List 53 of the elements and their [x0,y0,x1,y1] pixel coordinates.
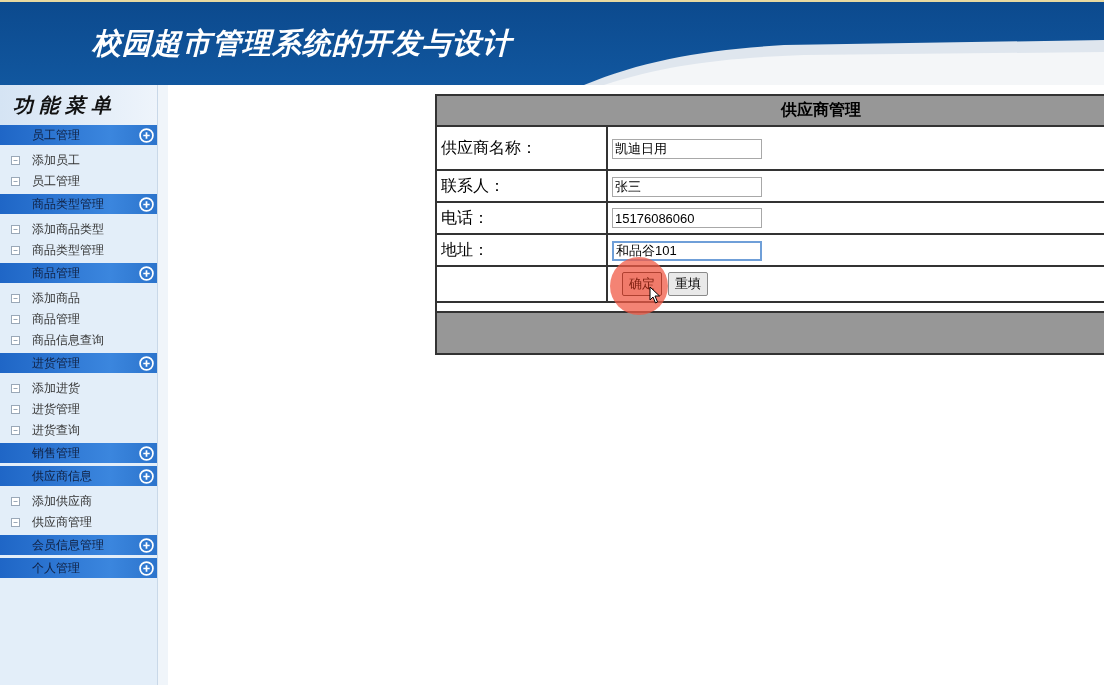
bullet-icon [11,384,20,393]
menu-group-header[interactable]: 销售管理 [0,443,157,463]
field-label: 地址： [436,234,607,266]
bullet-icon [11,294,20,303]
menu-item[interactable]: 添加商品 [32,290,80,307]
form-title: 供应商管理 [436,95,1104,126]
bullet-icon [11,177,20,186]
bullet-icon [11,518,20,527]
menu-item[interactable]: 添加供应商 [32,493,92,510]
bullet-icon [11,315,20,324]
field-label: 电话： [436,202,607,234]
bullet-icon [11,426,20,435]
expand-icon [139,445,154,461]
menu-item[interactable]: 员工管理 [32,173,80,190]
menu-item[interactable]: 商品管理 [32,311,80,328]
form-button[interactable]: 确定 [622,272,662,296]
menu-group-header[interactable]: 个人管理 [0,558,157,578]
expand-icon [139,537,154,553]
bullet-icon [11,405,20,414]
expand-icon [139,265,154,281]
menu-item[interactable]: 添加商品类型 [32,221,104,238]
menu-group-header[interactable]: 商品管理 [0,263,157,283]
menu-item[interactable]: 进货查询 [32,422,80,439]
field-label: 联系人： [436,170,607,202]
menu-item[interactable]: 进货管理 [32,401,80,418]
bullet-icon [11,336,20,345]
menu-group-header[interactable]: 员工管理 [0,125,157,145]
menu-group-header[interactable]: 进货管理 [0,353,157,373]
menu-group-header[interactable]: 会员信息管理 [0,535,157,555]
menu-item[interactable]: 添加员工 [32,152,80,169]
menu-group-header[interactable]: 供应商信息 [0,466,157,486]
bullet-icon [11,497,20,506]
menu-title: 功能菜单 [0,85,157,125]
input-field[interactable]: 张三 [612,176,762,197]
form-button[interactable]: 重填 [668,272,708,296]
input-field[interactable]: 和品谷101 [612,240,762,261]
field-label: 供应商名称： [436,126,607,170]
input-field[interactable]: 凯迪日用 [612,138,762,159]
expand-icon [139,196,154,212]
expand-icon [139,355,154,371]
expand-icon [139,560,154,576]
bullet-icon [11,225,20,234]
expand-icon [139,127,154,143]
bullet-icon [11,156,20,165]
site-title: 校园超市管理系统的开发与设计 [92,24,512,62]
input-field[interactable]: 15176086060 [612,208,762,229]
menu-item[interactable]: 商品类型管理 [32,242,104,259]
menu-group-header[interactable]: 商品类型管理 [0,194,157,214]
menu-item[interactable]: 供应商管理 [32,514,92,531]
menu-item[interactable]: 添加进货 [32,380,80,397]
bullet-icon [11,246,20,255]
menu-item[interactable]: 商品信息查询 [32,332,104,349]
expand-icon [139,468,154,484]
